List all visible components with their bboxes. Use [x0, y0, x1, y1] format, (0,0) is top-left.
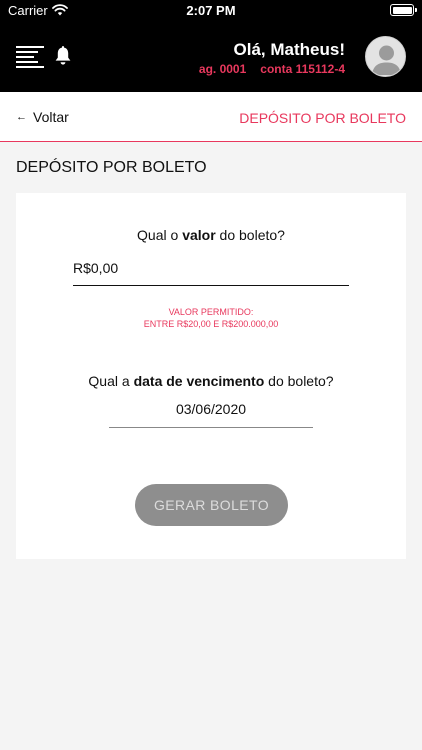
due-date-input[interactable]: 03/06/2020: [109, 396, 313, 428]
value-question: Qual o valor do boleto?: [16, 227, 406, 243]
account-info: ag. 0001 conta 115112-4: [199, 62, 345, 76]
due-date-question-emphasis: data de vencimento: [133, 373, 265, 389]
nav-title: DEPÓSITO POR BOLETO: [239, 110, 406, 126]
value-question-prefix: Qual o: [137, 227, 183, 243]
avatar[interactable]: [365, 36, 406, 77]
arrow-left-icon: ←: [16, 111, 27, 123]
menu-icon[interactable]: [16, 46, 44, 68]
allowed-range-label: VALOR PERMITIDO:: [168, 307, 254, 317]
value-question-emphasis: valor: [182, 227, 216, 243]
battery-icon: [390, 4, 417, 16]
user-avatar-icon: [372, 45, 401, 75]
bell-icon[interactable]: [54, 46, 72, 66]
allowed-range-values: ENTRE R$20,00 E R$200.000,00: [143, 319, 279, 329]
user-greeting: Olá, Matheus!: [233, 40, 345, 59]
value-input[interactable]: R$0,00: [73, 252, 349, 286]
due-date-question: Qual a data de vencimento do boleto?: [16, 373, 406, 389]
nav-bar: ← Voltar DEPÓSITO POR BOLETO: [0, 92, 422, 142]
due-date-question-suffix: do boleto?: [264, 373, 334, 389]
app-header: Olá, Matheus! ag. 0001 conta 115112-4: [0, 22, 422, 92]
agency-number: ag. 0001: [198, 62, 247, 76]
allowed-range-note: VALOR PERMITIDO: ENTRE R$20,00 E R$200.0…: [16, 306, 406, 330]
back-button[interactable]: ← Voltar: [16, 109, 69, 125]
page-title: DEPÓSITO POR BOLETO: [16, 159, 207, 176]
value-question-suffix: do boleto?: [215, 227, 285, 243]
back-label: Voltar: [33, 109, 69, 125]
boleto-form-card: Qual o valor do boleto? R$0,00 VALOR PER…: [16, 193, 406, 559]
clock: 2:07 PM: [186, 3, 236, 18]
status-bar: Carrier 2:07 PM: [0, 0, 422, 22]
account-number: conta 115112-4: [260, 62, 345, 76]
due-date-question-prefix: Qual a: [88, 373, 134, 389]
generate-boleto-button[interactable]: GERAR BOLETO: [135, 484, 288, 526]
